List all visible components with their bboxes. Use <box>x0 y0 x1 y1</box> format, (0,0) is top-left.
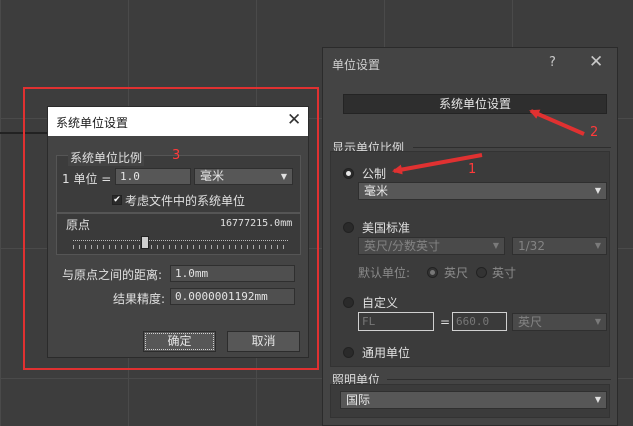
annotation-number-2: 2 <box>590 125 599 140</box>
lighting-units-value: 国际 <box>346 393 371 407</box>
chevron-down-icon: ▼ <box>594 317 601 326</box>
lighting-units-dropdown[interactable]: 国际 ▼ <box>340 391 607 409</box>
default-feet-radio[interactable] <box>427 267 438 278</box>
help-button[interactable]: ? <box>549 55 556 70</box>
close-icon[interactable]: ✕ <box>589 52 603 72</box>
us-standard-radio[interactable] <box>343 222 354 233</box>
default-inches-radio[interactable] <box>476 267 487 278</box>
custom-amount-input[interactable]: 660.0 <box>452 312 507 331</box>
us-unit-value: 英尺/分数英寸 <box>364 239 441 253</box>
us-fraction-dropdown[interactable]: 1/32 ▼ <box>512 237 607 255</box>
generic-units-radio[interactable] <box>343 347 354 358</box>
default-feet-label: 英尺 <box>444 266 469 280</box>
us-fraction-value: 1/32 <box>518 239 545 253</box>
generic-units-label: 通用单位 <box>362 346 411 360</box>
units-setup-dialog: 单位设置 ? ✕ 系统单位设置 显示单位比例 公制 毫米 ▼ 美国标准 英尺/分… <box>322 47 618 426</box>
divider <box>387 379 611 380</box>
display-scale-group: 公制 毫米 ▼ 美国标准 英尺/分数英寸 ▼ 1/32 ▼ 默认单位: 英尺 英… <box>330 151 610 367</box>
custom-unit-dropdown[interactable]: 英尺 ▼ <box>512 313 607 331</box>
us-unit-dropdown[interactable]: 英尺/分数英寸 ▼ <box>358 237 505 255</box>
annotation-number-1: 1 <box>468 162 477 177</box>
chevron-down-icon: ▼ <box>594 186 601 195</box>
annotation-number-3: 3 <box>172 148 181 163</box>
default-inches-label: 英寸 <box>492 266 517 280</box>
lighting-group: 国际 ▼ <box>330 384 610 418</box>
us-standard-label: 美国标准 <box>362 221 411 235</box>
chevron-down-icon: ▼ <box>594 241 601 250</box>
custom-radio[interactable] <box>343 297 354 308</box>
units-dialog-title: 单位设置 <box>332 58 381 72</box>
metric-unit-value: 毫米 <box>364 184 389 198</box>
metric-unit-dropdown[interactable]: 毫米 ▼ <box>358 182 607 200</box>
system-unit-setup-button[interactable]: 系统单位设置 <box>343 94 607 114</box>
metric-label: 公制 <box>362 167 387 181</box>
annotation-highlight-frame <box>23 87 319 370</box>
chevron-down-icon: ▼ <box>594 395 601 404</box>
chevron-down-icon: ▼ <box>492 241 499 250</box>
default-unit-label: 默认单位: <box>358 266 411 280</box>
divider <box>413 147 611 148</box>
metric-radio[interactable] <box>343 168 354 179</box>
equals-sign: = <box>440 315 451 329</box>
custom-label: 自定义 <box>362 296 399 310</box>
custom-unit-value: 英尺 <box>518 315 543 329</box>
units-dialog-titlebar[interactable]: 单位设置 ? ✕ <box>323 48 617 78</box>
custom-name-input[interactable]: FL <box>358 312 434 331</box>
